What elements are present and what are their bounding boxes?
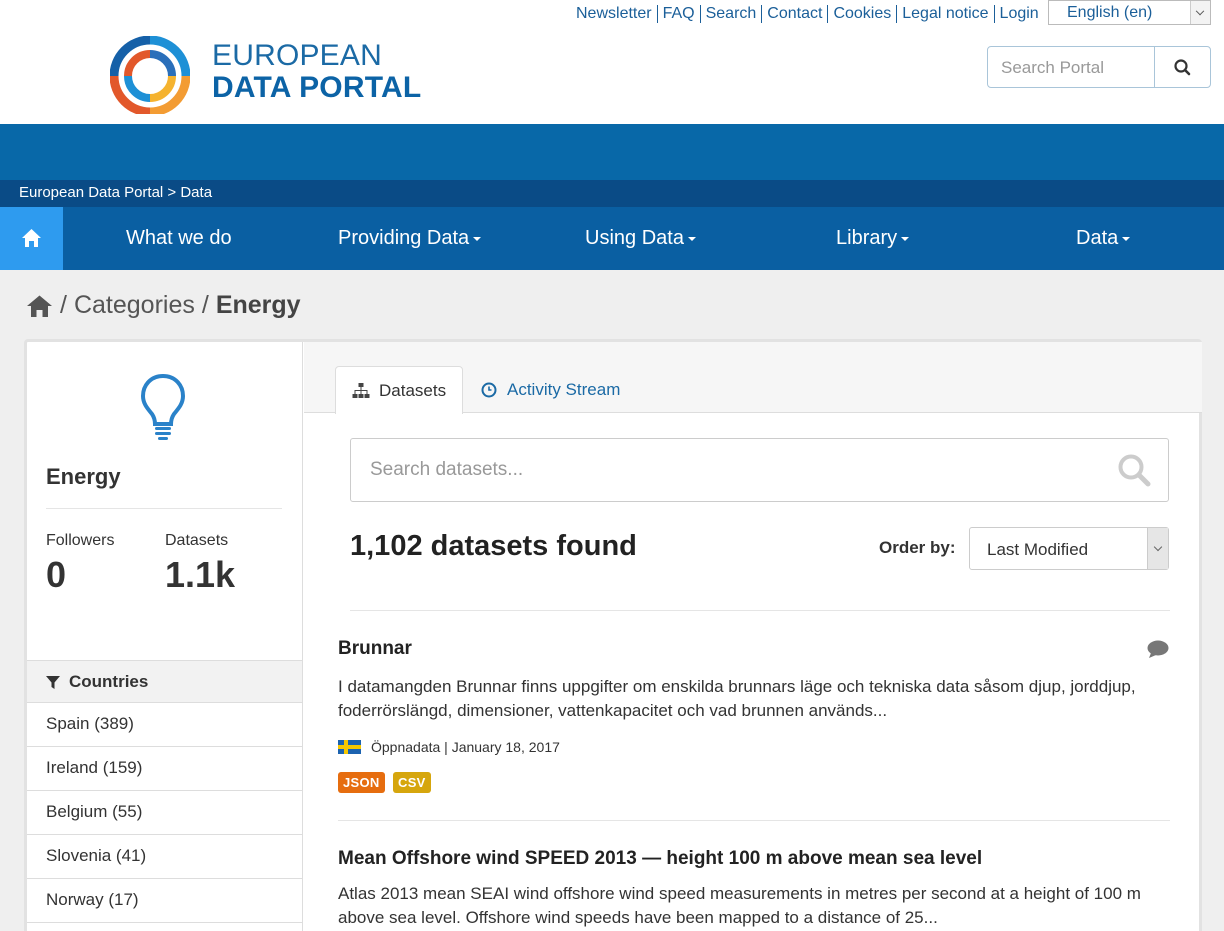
brand-line-2: DATA PORTAL	[212, 71, 422, 104]
brand-line-1: EUROPEAN	[212, 39, 382, 72]
category-title: Energy	[46, 464, 121, 489]
divider	[46, 508, 282, 509]
search-link[interactable]: Search	[701, 5, 763, 23]
divider	[350, 610, 1170, 611]
nav-item-what-we-do[interactable]: What we do	[126, 227, 232, 250]
facet-item-belgium[interactable]: Belgium (55)	[27, 791, 302, 835]
page-breadcrumb: / Categories / Energy	[26, 291, 301, 320]
followers-label: Followers	[46, 532, 115, 549]
legal-notice-link[interactable]: Legal notice	[897, 5, 995, 23]
top-links: Newsletter FAQ Search Contact Cookies Le…	[576, 5, 1044, 23]
dataset-meta: Öppnadata | January 18, 2017	[338, 739, 560, 755]
caret-down-icon	[901, 236, 910, 241]
dataset-search-input[interactable]: Search datasets...	[370, 459, 523, 481]
order-by-select[interactable]: Last Modified	[969, 527, 1169, 570]
breadcrumb-categories[interactable]: Categories	[74, 291, 195, 320]
search-icon	[1174, 59, 1191, 76]
newsletter-link[interactable]: Newsletter	[576, 5, 658, 23]
format-badge-json[interactable]: JSON	[338, 772, 385, 793]
nav-item-providing-data[interactable]: Providing Data	[338, 227, 482, 250]
top-banner	[0, 124, 1224, 180]
dataset-description: I datamangden Brunnar finns uppgifter om…	[338, 677, 1136, 720]
home-icon	[22, 229, 41, 247]
dataset-title[interactable]: Mean Offshore wind SPEED 2013 — height 1…	[338, 848, 982, 870]
search-icon[interactable]	[1117, 453, 1151, 487]
followers-count: 0	[46, 554, 67, 595]
datasets-label: Datasets	[165, 532, 229, 549]
clock-icon	[481, 382, 497, 398]
faq-link[interactable]: FAQ	[658, 5, 701, 23]
datasets-count: 1.1k	[165, 554, 236, 595]
caret-down-icon	[1122, 236, 1131, 241]
caret-down-icon	[687, 236, 696, 241]
breadcrumb-separator: /	[60, 291, 67, 319]
portal-search[interactable]: Search Portal	[987, 46, 1211, 88]
language-select[interactable]: English (en)	[1048, 0, 1211, 25]
portal-search-button[interactable]	[1154, 47, 1210, 87]
dataset-description: Atlas 2013 mean SEAI wind offshore wind …	[338, 884, 1141, 927]
facet-countries-header: Countries	[27, 660, 302, 703]
portal-search-input[interactable]: Search Portal	[1001, 58, 1104, 78]
facet-item-spain[interactable]: Spain (389)	[27, 703, 302, 747]
filter-icon	[46, 676, 60, 689]
results-count: 1,102 datasets found	[350, 530, 637, 562]
home-icon[interactable]	[26, 294, 53, 318]
breadcrumb-current: Energy	[215, 291, 301, 319]
facet-title: Countries	[69, 672, 149, 691]
cookies-link[interactable]: Cookies	[828, 5, 898, 23]
site-breadcrumb-bar: European Data Portal > Data	[0, 180, 1224, 207]
nav-home-button[interactable]	[0, 207, 63, 270]
nav-item-using-data[interactable]: Using Data	[585, 227, 696, 250]
category-sidebar: Energy Followers 0 Datasets 1.1k Countri…	[27, 342, 303, 931]
dataset-title[interactable]: Brunnar	[338, 638, 412, 660]
dataset-publisher-date: Öppnadata | January 18, 2017	[371, 739, 560, 755]
order-by-value: Last Modified	[987, 540, 1089, 559]
sweden-flag-icon	[338, 740, 361, 754]
login-link[interactable]: Login	[995, 5, 1044, 23]
portal-logo-icon[interactable]	[110, 36, 190, 114]
tab-datasets[interactable]: Datasets	[335, 366, 463, 414]
tab-datasets-label: Datasets	[379, 381, 447, 400]
format-badge-csv[interactable]: CSV	[393, 772, 431, 793]
sitemap-icon	[352, 383, 370, 398]
language-value: English (en)	[1067, 4, 1153, 21]
order-by-label: Order by:	[879, 538, 956, 557]
chevron-down-icon	[1147, 528, 1168, 569]
comment-icon[interactable]	[1147, 640, 1169, 659]
facet-item-ireland[interactable]: Ireland (159)	[27, 747, 302, 791]
dataset-search[interactable]: Search datasets...	[350, 438, 1169, 502]
brand-name[interactable]: EUROPEAN DATA PORTAL	[212, 40, 421, 104]
facet-item-slovenia[interactable]: Slovenia (41)	[27, 835, 302, 879]
results-panel: Datasets Activity Stream Search datasets…	[304, 342, 1202, 931]
contact-link[interactable]: Contact	[762, 5, 829, 23]
breadcrumb-separator: /	[201, 291, 209, 319]
category-card: Energy Followers 0 Datasets 1.1k Countri…	[24, 339, 1202, 931]
nav-item-data[interactable]: Data	[1076, 227, 1131, 250]
main-nav: What we do Providing Data Using Data Lib…	[0, 207, 1224, 270]
nav-item-library[interactable]: Library	[836, 227, 910, 250]
chevron-down-icon	[1190, 1, 1210, 24]
tab-strip: Datasets Activity Stream	[304, 342, 1202, 414]
caret-down-icon	[473, 236, 482, 241]
site-header: Newsletter FAQ Search Contact Cookies Le…	[0, 0, 1224, 124]
facet-item-norway[interactable]: Norway (17)	[27, 879, 302, 923]
site-breadcrumb[interactable]: European Data Portal > Data	[19, 184, 212, 201]
tab-activity-label: Activity Stream	[507, 380, 621, 399]
divider	[338, 820, 1170, 821]
lightbulb-icon	[140, 373, 186, 440]
